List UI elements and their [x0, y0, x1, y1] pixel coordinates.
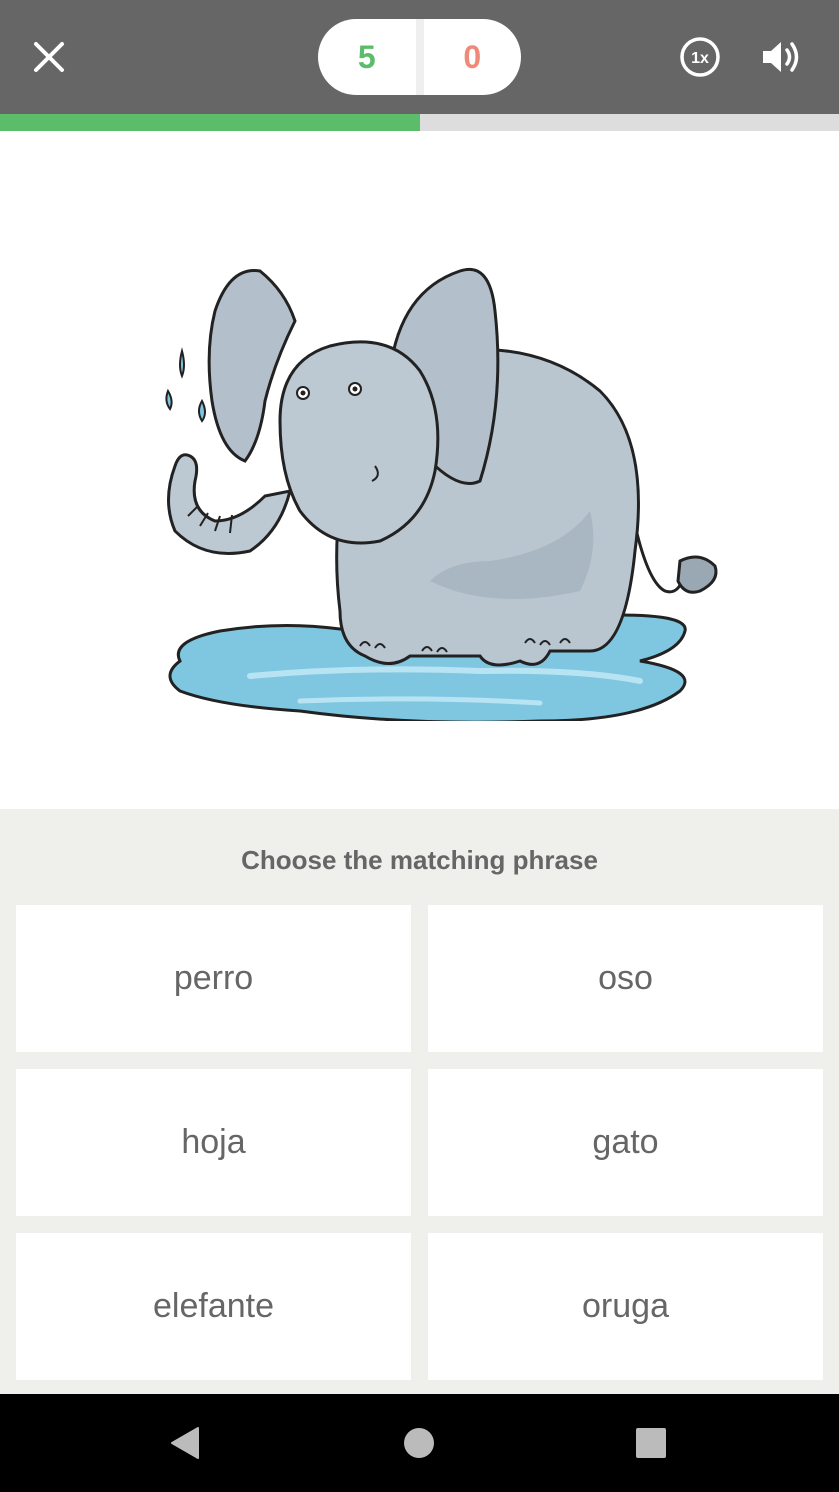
close-button[interactable]	[22, 30, 76, 84]
question-image-area	[0, 131, 839, 809]
sound-button[interactable]	[756, 33, 808, 81]
question-prompt: Choose the matching phrase	[241, 845, 598, 875]
progress-bar	[0, 114, 839, 131]
choice-button-gato[interactable]: gato	[428, 1069, 823, 1216]
close-icon	[34, 42, 64, 72]
choice-button-perro[interactable]: perro	[16, 905, 411, 1052]
choice-button-hoja[interactable]: hoja	[16, 1069, 411, 1216]
score-counter: 5 0	[318, 19, 521, 95]
wrong-count: 0	[463, 38, 482, 75]
playback-speed-button[interactable]: 1x	[676, 33, 724, 81]
top-bar: 5 0 1x	[0, 0, 839, 114]
progress-fill	[0, 114, 420, 131]
score-divider	[415, 19, 424, 95]
recents-button[interactable]	[626, 1418, 676, 1468]
home-button[interactable]	[394, 1418, 444, 1468]
home-icon	[404, 1428, 434, 1458]
choice-button-oso[interactable]: oso	[428, 905, 823, 1052]
back-icon	[171, 1427, 199, 1459]
system-navigation-bar	[0, 1394, 839, 1492]
correct-count: 5	[357, 38, 376, 75]
elephant-illustration	[165, 268, 718, 721]
speaker-icon	[763, 42, 799, 72]
speed-label: 1x	[691, 50, 709, 67]
back-button[interactable]	[160, 1418, 210, 1468]
answers-panel: Choose the matching phrase perro oso hoj…	[0, 809, 839, 1394]
choice-button-elefante[interactable]: elefante	[16, 1233, 411, 1380]
recents-icon	[636, 1428, 666, 1458]
speed-icon: 1x	[680, 37, 720, 77]
choice-button-oruga[interactable]: oruga	[428, 1233, 823, 1380]
